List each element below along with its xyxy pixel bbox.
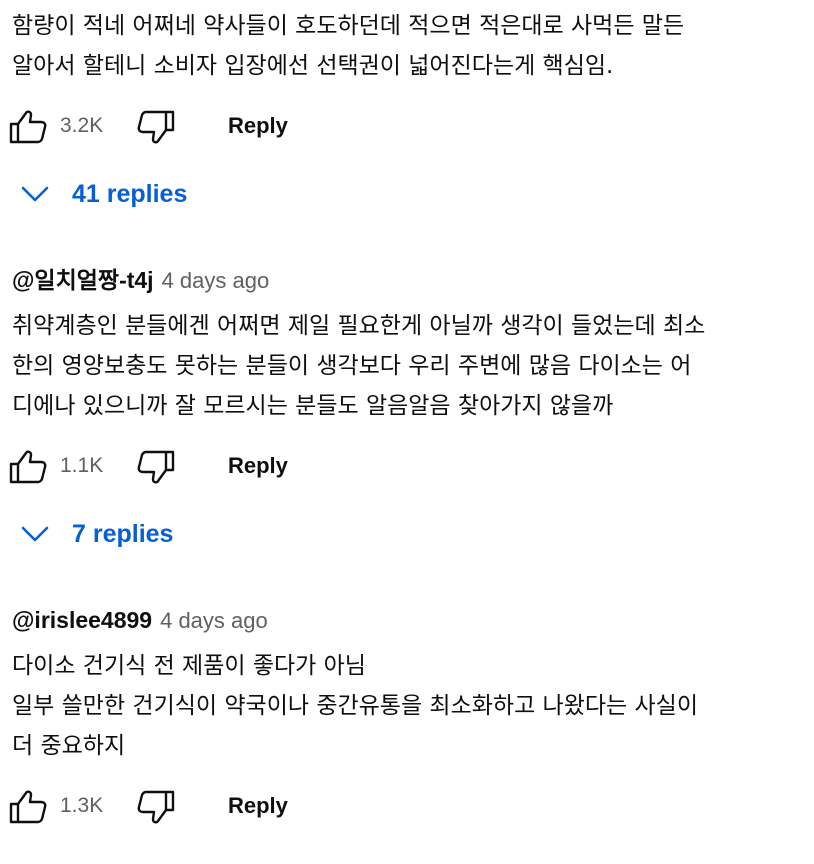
comment-text-line: 다이소 건기식 전 제품이 좋다가 아님 <box>12 653 366 679</box>
like-button[interactable] <box>8 108 48 144</box>
comment-text-line: 취약계층인 분들에겐 어쩌면 제일 필요한게 아닐까 생각이 들었는데 최소 <box>12 313 706 339</box>
chevron-down-icon <box>21 186 49 202</box>
thumbs-up-outline-icon <box>9 790 47 824</box>
replies-count-label: 7 replies <box>72 520 174 548</box>
like-count: 1.1K <box>60 454 104 477</box>
comment-text-line: 더 중요하지 <box>12 733 126 759</box>
comment-timestamp[interactable]: 4 days ago <box>160 608 268 633</box>
like-button[interactable] <box>8 788 48 824</box>
dislike-button[interactable] <box>134 450 176 486</box>
like-button[interactable] <box>8 448 48 484</box>
thumbs-up-outline-icon <box>9 450 47 484</box>
comment-author[interactable]: @irislee4899 <box>12 607 152 633</box>
thumbs-down-outline-icon <box>137 790 175 824</box>
comment-header: @일치얼짱-t4j 4 days ago <box>12 264 269 296</box>
comment-author[interactable]: @일치얼짱-t4j <box>12 267 154 293</box>
like-count: 1.3K <box>60 794 104 817</box>
comment-text-line: 디에나 있으니까 잘 모르시는 분들도 알음알음 찾아가지 않을까 <box>12 393 614 419</box>
dislike-button[interactable] <box>134 790 176 826</box>
thumbs-up-outline-icon <box>9 110 47 144</box>
reply-button[interactable]: Reply <box>212 106 304 146</box>
comment-text-line: 함량이 적네 어쩌네 약사들이 호도하던데 적으면 적은대로 사먹든 말든 <box>12 13 685 39</box>
comment-text-line: 한의 영양보충도 못하는 분들이 생각보다 우리 주변에 많음 다이소는 어 <box>12 353 692 379</box>
comment-text-line: 일부 쓸만한 건기식이 약국이나 중간유통을 최소화하고 나왔다는 사실이 <box>12 693 698 719</box>
comment-text: 함량이 적네 어쩌네 약사들이 호도하던데 적으면 적은대로 사먹든 말든 알아… <box>12 6 684 86</box>
comment-text: 다이소 건기식 전 제품이 좋다가 아님 일부 쓸만한 건기식이 약국이나 중간… <box>12 646 698 766</box>
replies-count-label: 41 replies <box>72 180 188 208</box>
comment-actions: 1.1K Reply <box>0 446 814 486</box>
reply-button[interactable]: Reply <box>212 446 304 486</box>
comment-text: 취약계층인 분들에겐 어쩌면 제일 필요한게 아닐까 생각이 들었는데 최소 한… <box>12 306 705 426</box>
comment-actions: 1.3K Reply <box>0 786 814 826</box>
thumbs-down-outline-icon <box>137 450 175 484</box>
dislike-button[interactable] <box>134 110 176 146</box>
comment-timestamp[interactable]: 4 days ago <box>162 268 270 293</box>
comment-header: @irislee4899 4 days ago <box>12 604 268 636</box>
like-count: 3.2K <box>60 114 104 137</box>
thumbs-down-outline-icon <box>137 110 175 144</box>
chevron-down-icon <box>21 526 49 542</box>
comment-actions: 3.2K Reply <box>0 106 814 146</box>
comment-text-line: 알아서 할테니 소비자 입장에선 선택권이 넓어진다는게 핵심임. <box>12 53 614 79</box>
reply-button[interactable]: Reply <box>212 786 304 826</box>
